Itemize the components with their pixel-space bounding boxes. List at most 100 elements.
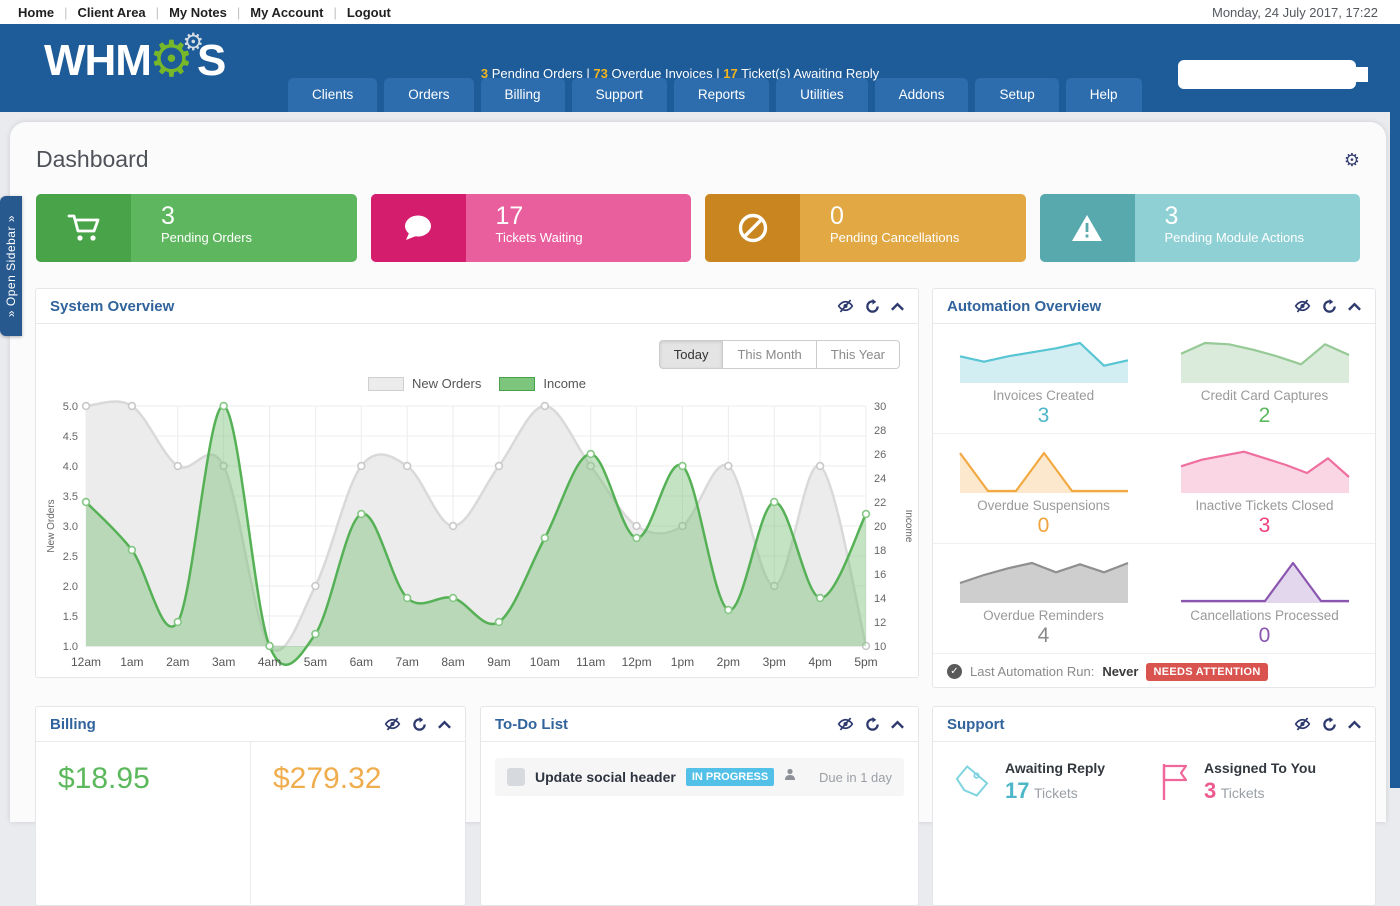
svg-text:12am: 12am: [71, 655, 101, 669]
automation-cell-inactive-tickets-closed: Inactive Tickets Closed3: [1154, 434, 1375, 544]
svg-text:4am: 4am: [258, 655, 281, 669]
svg-text:10: 10: [874, 641, 886, 653]
check-circle-icon: ✓: [947, 664, 962, 679]
support-panel: Support Awaiting Reply17 Tickets Assigned…: [932, 706, 1376, 906]
nav-tab-reports[interactable]: Reports: [674, 78, 769, 112]
collapse-chevron-up-icon[interactable]: [891, 302, 904, 311]
nav-tab-clients[interactable]: Clients: [288, 78, 377, 112]
svg-text:24: 24: [874, 473, 886, 485]
automation-sparkline-grid: Invoices Created3Credit Card Captures2Ov…: [933, 324, 1375, 654]
topbar-link-home[interactable]: Home: [18, 5, 54, 20]
stat-card-pending-orders[interactable]: 3Pending Orders: [36, 194, 357, 262]
dashboard-content-card: Dashboard ⚙ 3Pending Orders17Tickets Wai…: [10, 122, 1386, 822]
panel-action-icons: [837, 717, 904, 732]
header-search: [1178, 60, 1356, 89]
nav-tab-utilities[interactable]: Utilities: [776, 78, 868, 112]
svg-text:1am: 1am: [120, 655, 143, 669]
svg-text:New Orders: New Orders: [46, 499, 57, 552]
support-stat-awaiting-reply[interactable]: Awaiting Reply17 Tickets: [951, 760, 1158, 807]
nav-tab-help[interactable]: Help: [1066, 78, 1142, 112]
top-utility-bar: Home|Client Area|My Notes|My Account|Log…: [0, 0, 1400, 24]
chart-legend: New OrdersIncome: [36, 376, 918, 391]
automation-metric-value: 4: [1038, 624, 1050, 648]
dashboard-settings-gear-icon[interactable]: ⚙: [1344, 150, 1360, 171]
range-button-today[interactable]: Today: [659, 340, 724, 369]
svg-text:11am: 11am: [576, 655, 605, 669]
needs-attention-badge[interactable]: NEEDS ATTENTION: [1146, 663, 1267, 681]
automation-metric-label: Overdue Suspensions: [977, 498, 1110, 513]
stat-label: Pending Module Actions: [1165, 230, 1361, 245]
range-button-this-month[interactable]: This Month: [723, 340, 816, 369]
refresh-icon[interactable]: [865, 299, 880, 314]
nav-tab-addons[interactable]: Addons: [875, 78, 969, 112]
automation-metric-value: 0: [1038, 514, 1050, 538]
nav-tab-billing[interactable]: Billing: [481, 78, 565, 112]
panel-action-icons: [1294, 299, 1361, 314]
open-sidebar-tab[interactable]: » Open Sidebar »: [0, 196, 22, 336]
hide-widget-eye-slash-icon[interactable]: [837, 717, 854, 731]
legend-swatch: [499, 377, 535, 391]
stat-card-pending-module-actions[interactable]: 3Pending Module Actions: [1040, 194, 1361, 262]
todo-checkbox[interactable]: [507, 768, 525, 786]
topbar-link-my-account[interactable]: My Account: [250, 5, 323, 20]
svg-text:22: 22: [874, 497, 886, 509]
stat-value: 3: [1165, 202, 1361, 230]
topbar-link-logout[interactable]: Logout: [347, 5, 391, 20]
billing-amount: $279.32: [273, 762, 465, 796]
warning-icon: [1040, 194, 1135, 262]
stat-card-body: 0Pending Cancellations: [800, 194, 1026, 262]
collapse-chevron-up-icon[interactable]: [1348, 720, 1361, 729]
hide-widget-eye-slash-icon[interactable]: [1294, 299, 1311, 313]
stat-card-pending-cancellations[interactable]: 0Pending Cancellations: [705, 194, 1026, 262]
svg-text:1pm: 1pm: [671, 655, 694, 669]
svg-text:12: 12: [874, 617, 886, 629]
hide-widget-eye-slash-icon[interactable]: [837, 299, 854, 313]
automation-metric-label: Overdue Reminders: [983, 608, 1104, 623]
refresh-icon[interactable]: [1322, 717, 1337, 732]
collapse-chevron-up-icon[interactable]: [438, 720, 451, 729]
sparkline-chart: [1179, 444, 1351, 496]
tag-icon: [951, 760, 993, 807]
automation-metric-value: 0: [1259, 624, 1271, 648]
svg-text:18: 18: [874, 545, 886, 557]
svg-text:30: 30: [874, 401, 886, 413]
support-title: Support: [947, 716, 1005, 733]
topbar-link-client-area[interactable]: Client Area: [78, 5, 146, 20]
separator: |: [64, 5, 67, 20]
hide-widget-eye-slash-icon[interactable]: [1294, 717, 1311, 731]
collapse-chevron-up-icon[interactable]: [1348, 302, 1361, 311]
collapse-chevron-up-icon[interactable]: [891, 720, 904, 729]
nav-tab-support[interactable]: Support: [572, 78, 667, 112]
panel-action-icons: [837, 299, 904, 314]
hide-widget-eye-slash-icon[interactable]: [384, 717, 401, 731]
nav-tab-orders[interactable]: Orders: [384, 78, 473, 112]
todo-header: To-Do List: [481, 707, 918, 741]
whmcs-logo[interactable]: WHM⚙⚙S: [44, 36, 225, 86]
automation-cell-cancellations-processed: Cancellations Processed0: [1154, 544, 1375, 654]
right-edge-decoration: [1390, 112, 1400, 788]
support-ticket-number: 3: [1204, 778, 1216, 803]
svg-text:9am: 9am: [487, 655, 510, 669]
open-sidebar-label: » Open Sidebar »: [4, 215, 18, 317]
nav-tab-setup[interactable]: Setup: [975, 78, 1058, 112]
stat-value: 3: [161, 202, 357, 230]
sparkline-chart: [958, 334, 1130, 386]
svg-text:2.5: 2.5: [63, 551, 78, 563]
topbar-link-my-notes[interactable]: My Notes: [169, 5, 227, 20]
refresh-icon[interactable]: [412, 717, 427, 732]
support-stat-assigned-to-you[interactable]: Assigned To You3 Tickets: [1158, 760, 1365, 807]
stat-value: 17: [496, 202, 692, 230]
range-button-this-year[interactable]: This Year: [817, 340, 900, 369]
search-input[interactable]: [1192, 67, 1368, 82]
automation-metric-label: Invoices Created: [993, 388, 1094, 403]
todo-list-panel: To-Do List Update social headerIN PROGRE…: [480, 706, 919, 906]
svg-text:12pm: 12pm: [622, 655, 652, 669]
logo-text-pre: WHM: [44, 36, 151, 86]
support-stat-text: Awaiting Reply17 Tickets: [1005, 760, 1105, 804]
refresh-icon[interactable]: [1322, 299, 1337, 314]
panel-action-icons: [384, 717, 451, 732]
stat-card-tickets-waiting[interactable]: 17Tickets Waiting: [371, 194, 692, 262]
separator: |: [156, 5, 159, 20]
todo-item-row[interactable]: Update social headerIN PROGRESSDue in 1 …: [495, 758, 904, 796]
refresh-icon[interactable]: [865, 717, 880, 732]
